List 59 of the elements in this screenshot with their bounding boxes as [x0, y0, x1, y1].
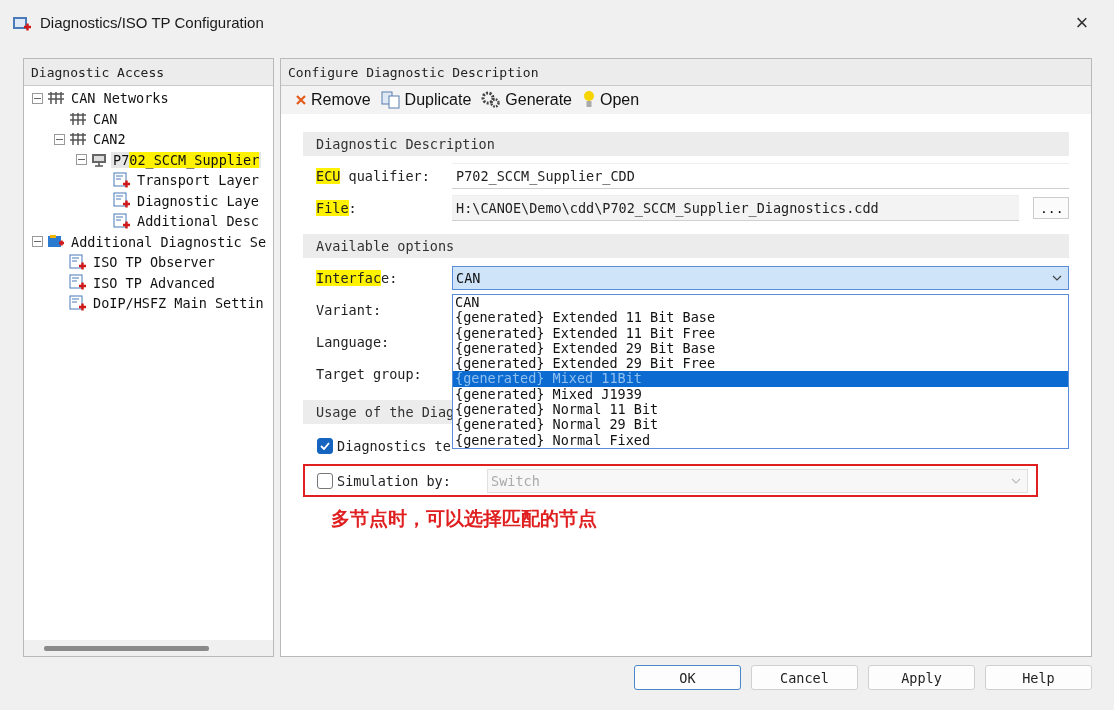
chevron-icon — [1052, 275, 1062, 281]
tree-item[interactable]: CAN2 — [91, 131, 128, 148]
lightbulb-icon — [582, 90, 596, 110]
dropdown[interactable]: CAN — [452, 266, 1069, 290]
tree-item[interactable]: ISO TP Observer — [91, 254, 217, 271]
toolbar-button[interactable]: Duplicate — [380, 91, 472, 109]
section-header: Available options — [303, 234, 1069, 258]
checkmark-icon — [320, 441, 330, 450]
field-label: Variant: — [316, 302, 383, 318]
tree-item[interactable]: Additional Desc — [135, 213, 261, 230]
checkbox-label: Simulation by: — [337, 472, 452, 489]
copy-icon — [380, 91, 401, 109]
gears-icon — [481, 91, 502, 109]
collapse-toggle[interactable] — [32, 236, 43, 248]
file-path-field[interactable]: H:\CANOE\Demo\cdd\P702_SCCM_Supplier_Diagnostics.cdd — [452, 195, 1019, 221]
scrollbar-thumb[interactable] — [44, 645, 209, 651]
collapse-toggle[interactable] — [32, 92, 43, 104]
field-label: Target group: — [316, 366, 423, 382]
toolbar-button[interactable]: Remove — [295, 91, 371, 109]
dialog-button[interactable]: Apply — [868, 665, 975, 690]
dialog-button[interactable]: Cancel — [751, 665, 858, 690]
network-icon — [47, 91, 65, 106]
tree-item[interactable]: DoIP/HSFZ Main Settin — [91, 295, 266, 312]
config-icon — [113, 192, 131, 210]
remove-icon — [295, 94, 307, 106]
collapse-toggle[interactable] — [54, 133, 65, 145]
tree-item[interactable]: Additional Diagnostic Se — [69, 233, 269, 250]
panel-title: Configure Diagnostic Description — [281, 59, 1091, 86]
checkbox[interactable] — [317, 437, 333, 454]
panel-title: Diagnostic Access — [24, 59, 273, 86]
tree-item[interactable]: Diagnostic Laye — [135, 192, 261, 209]
field-label: ECU qualifier: — [316, 168, 431, 184]
dialog-button[interactable]: Help — [985, 665, 1092, 690]
field-label: Language: — [316, 334, 391, 350]
config-icon — [113, 212, 131, 230]
tree-item[interactable]: ISO TP Advanced — [91, 274, 217, 291]
tree-item[interactable]: CAN — [91, 110, 120, 127]
config-icon — [69, 253, 87, 271]
toolbar-button[interactable]: Generate — [481, 91, 572, 109]
collapse-toggle[interactable] — [76, 154, 87, 166]
tree-item[interactable]: Transport Layer — [135, 172, 261, 189]
chevron-icon — [1011, 477, 1021, 484]
config-icon — [69, 294, 87, 312]
network-icon — [69, 111, 87, 126]
monitor-icon — [91, 152, 107, 167]
config-icon — [113, 171, 131, 189]
tree-item[interactable]: P702_SCCM_Supplier — [111, 151, 262, 168]
folder-icon — [47, 233, 65, 250]
toolbar-button[interactable]: Open — [582, 90, 640, 110]
window-title: Diagnostics/ISO TP Configuration — [40, 14, 265, 31]
input-field[interactable]: P702_SCCM_Supplier_CDD — [452, 163, 1069, 189]
section-header: Diagnostic Description — [303, 132, 1069, 156]
config-icon — [69, 274, 87, 292]
dialog-button[interactable]: OK — [634, 665, 741, 690]
browse-button[interactable]: ... — [1033, 197, 1069, 219]
close-button[interactable]: × — [1062, 4, 1102, 41]
tree-item[interactable]: CAN Networks — [69, 90, 171, 107]
network-icon — [69, 132, 87, 147]
annotation-text: 多节点时，可以选择匹配的节点 — [330, 506, 598, 531]
